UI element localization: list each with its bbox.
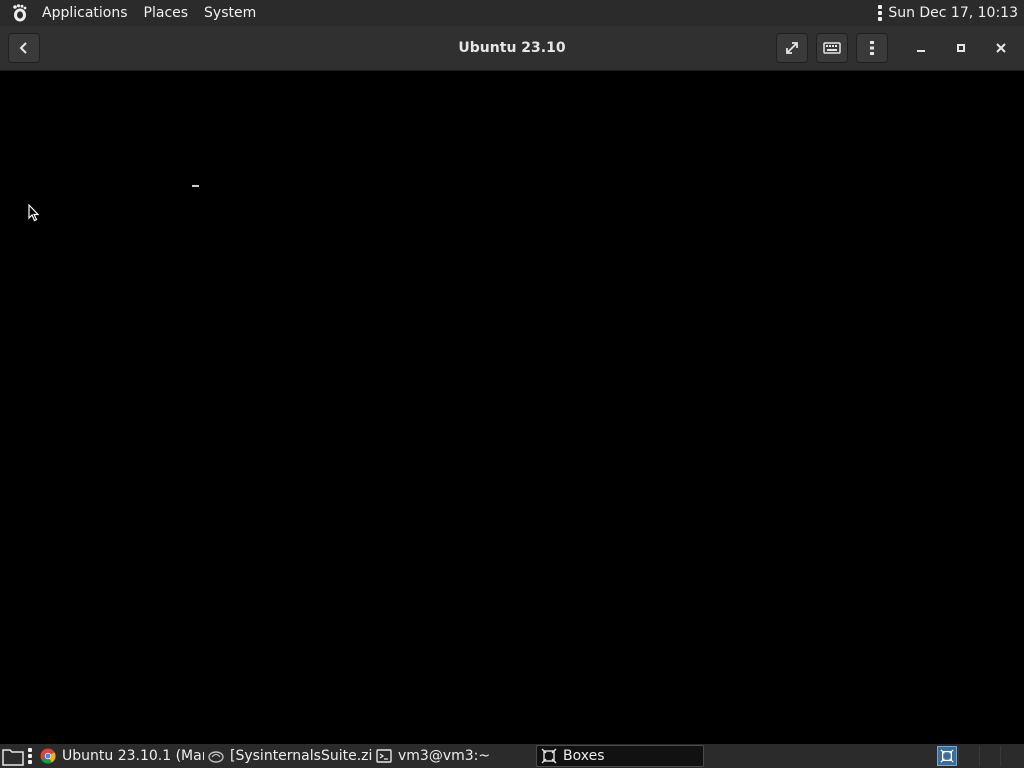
- task-boxes[interactable]: Boxes: [536, 745, 704, 767]
- task-label: Boxes: [563, 748, 605, 764]
- task-chrome[interactable]: Ubuntu 23.10.1 (Man…: [36, 745, 204, 767]
- minimize-icon: [917, 50, 925, 52]
- clock[interactable]: Sun Dec 17, 10:13: [888, 5, 1024, 21]
- fullscreen-button[interactable]: [776, 33, 808, 63]
- bottom-panel: Ubuntu 23.10.1 (Man… [SysinternalsSuite.…: [0, 744, 1024, 768]
- back-button[interactable]: [8, 33, 40, 63]
- task-label: Ubuntu 23.10.1 (Man…: [62, 748, 204, 764]
- system-menu[interactable]: System: [196, 0, 264, 26]
- terminal-icon: [376, 748, 392, 764]
- keyboard-icon: [823, 42, 841, 54]
- chrome-icon: [40, 748, 56, 764]
- gnome-foot-icon[interactable]: [8, 2, 30, 24]
- vertical-dots-icon[interactable]: [878, 5, 883, 21]
- workspace-2[interactable]: [958, 746, 979, 766]
- vertical-dots-icon[interactable]: [28, 748, 32, 764]
- task-label: vm3@vm3:~: [398, 748, 491, 764]
- minimize-button[interactable]: [909, 36, 933, 60]
- close-button[interactable]: [989, 36, 1013, 60]
- show-desktop-icon: [2, 749, 24, 766]
- applications-menu[interactable]: Applications: [34, 0, 136, 26]
- task-terminal[interactable]: vm3@vm3:~: [372, 745, 536, 767]
- text-cursor: [192, 185, 199, 187]
- keyboard-button[interactable]: [816, 33, 848, 63]
- workspace-switcher-active[interactable]: [937, 746, 957, 766]
- boxes-icon: [541, 748, 557, 764]
- maximize-button[interactable]: [949, 36, 973, 60]
- workspace-4[interactable]: [1000, 746, 1021, 766]
- mouse-pointer-icon: [28, 204, 40, 222]
- panel-status-area: Sun Dec 17, 10:13: [878, 0, 1024, 26]
- task-label: [SysinternalsSuite.zip ]: [230, 748, 372, 764]
- show-desktop-button[interactable]: [0, 745, 26, 767]
- close-icon: [996, 43, 1006, 53]
- vertical-dots-icon: [870, 41, 874, 55]
- top-panel: Applications Places System Sun Dec 17, 1…: [0, 0, 1024, 26]
- maximize-icon: [957, 44, 965, 52]
- archive-manager-icon: [208, 748, 224, 764]
- workspace-3[interactable]: [979, 746, 1000, 766]
- menu-button[interactable]: [856, 33, 888, 63]
- places-menu[interactable]: Places: [136, 0, 197, 26]
- boxes-headerbar: Ubuntu 23.10: [0, 26, 1024, 71]
- task-archive[interactable]: [SysinternalsSuite.zip ]: [204, 745, 372, 767]
- vm-display[interactable]: [0, 71, 1024, 744]
- back-arrow-icon: [19, 42, 27, 54]
- fullscreen-icon: [786, 42, 798, 54]
- boxes-icon: [940, 749, 954, 763]
